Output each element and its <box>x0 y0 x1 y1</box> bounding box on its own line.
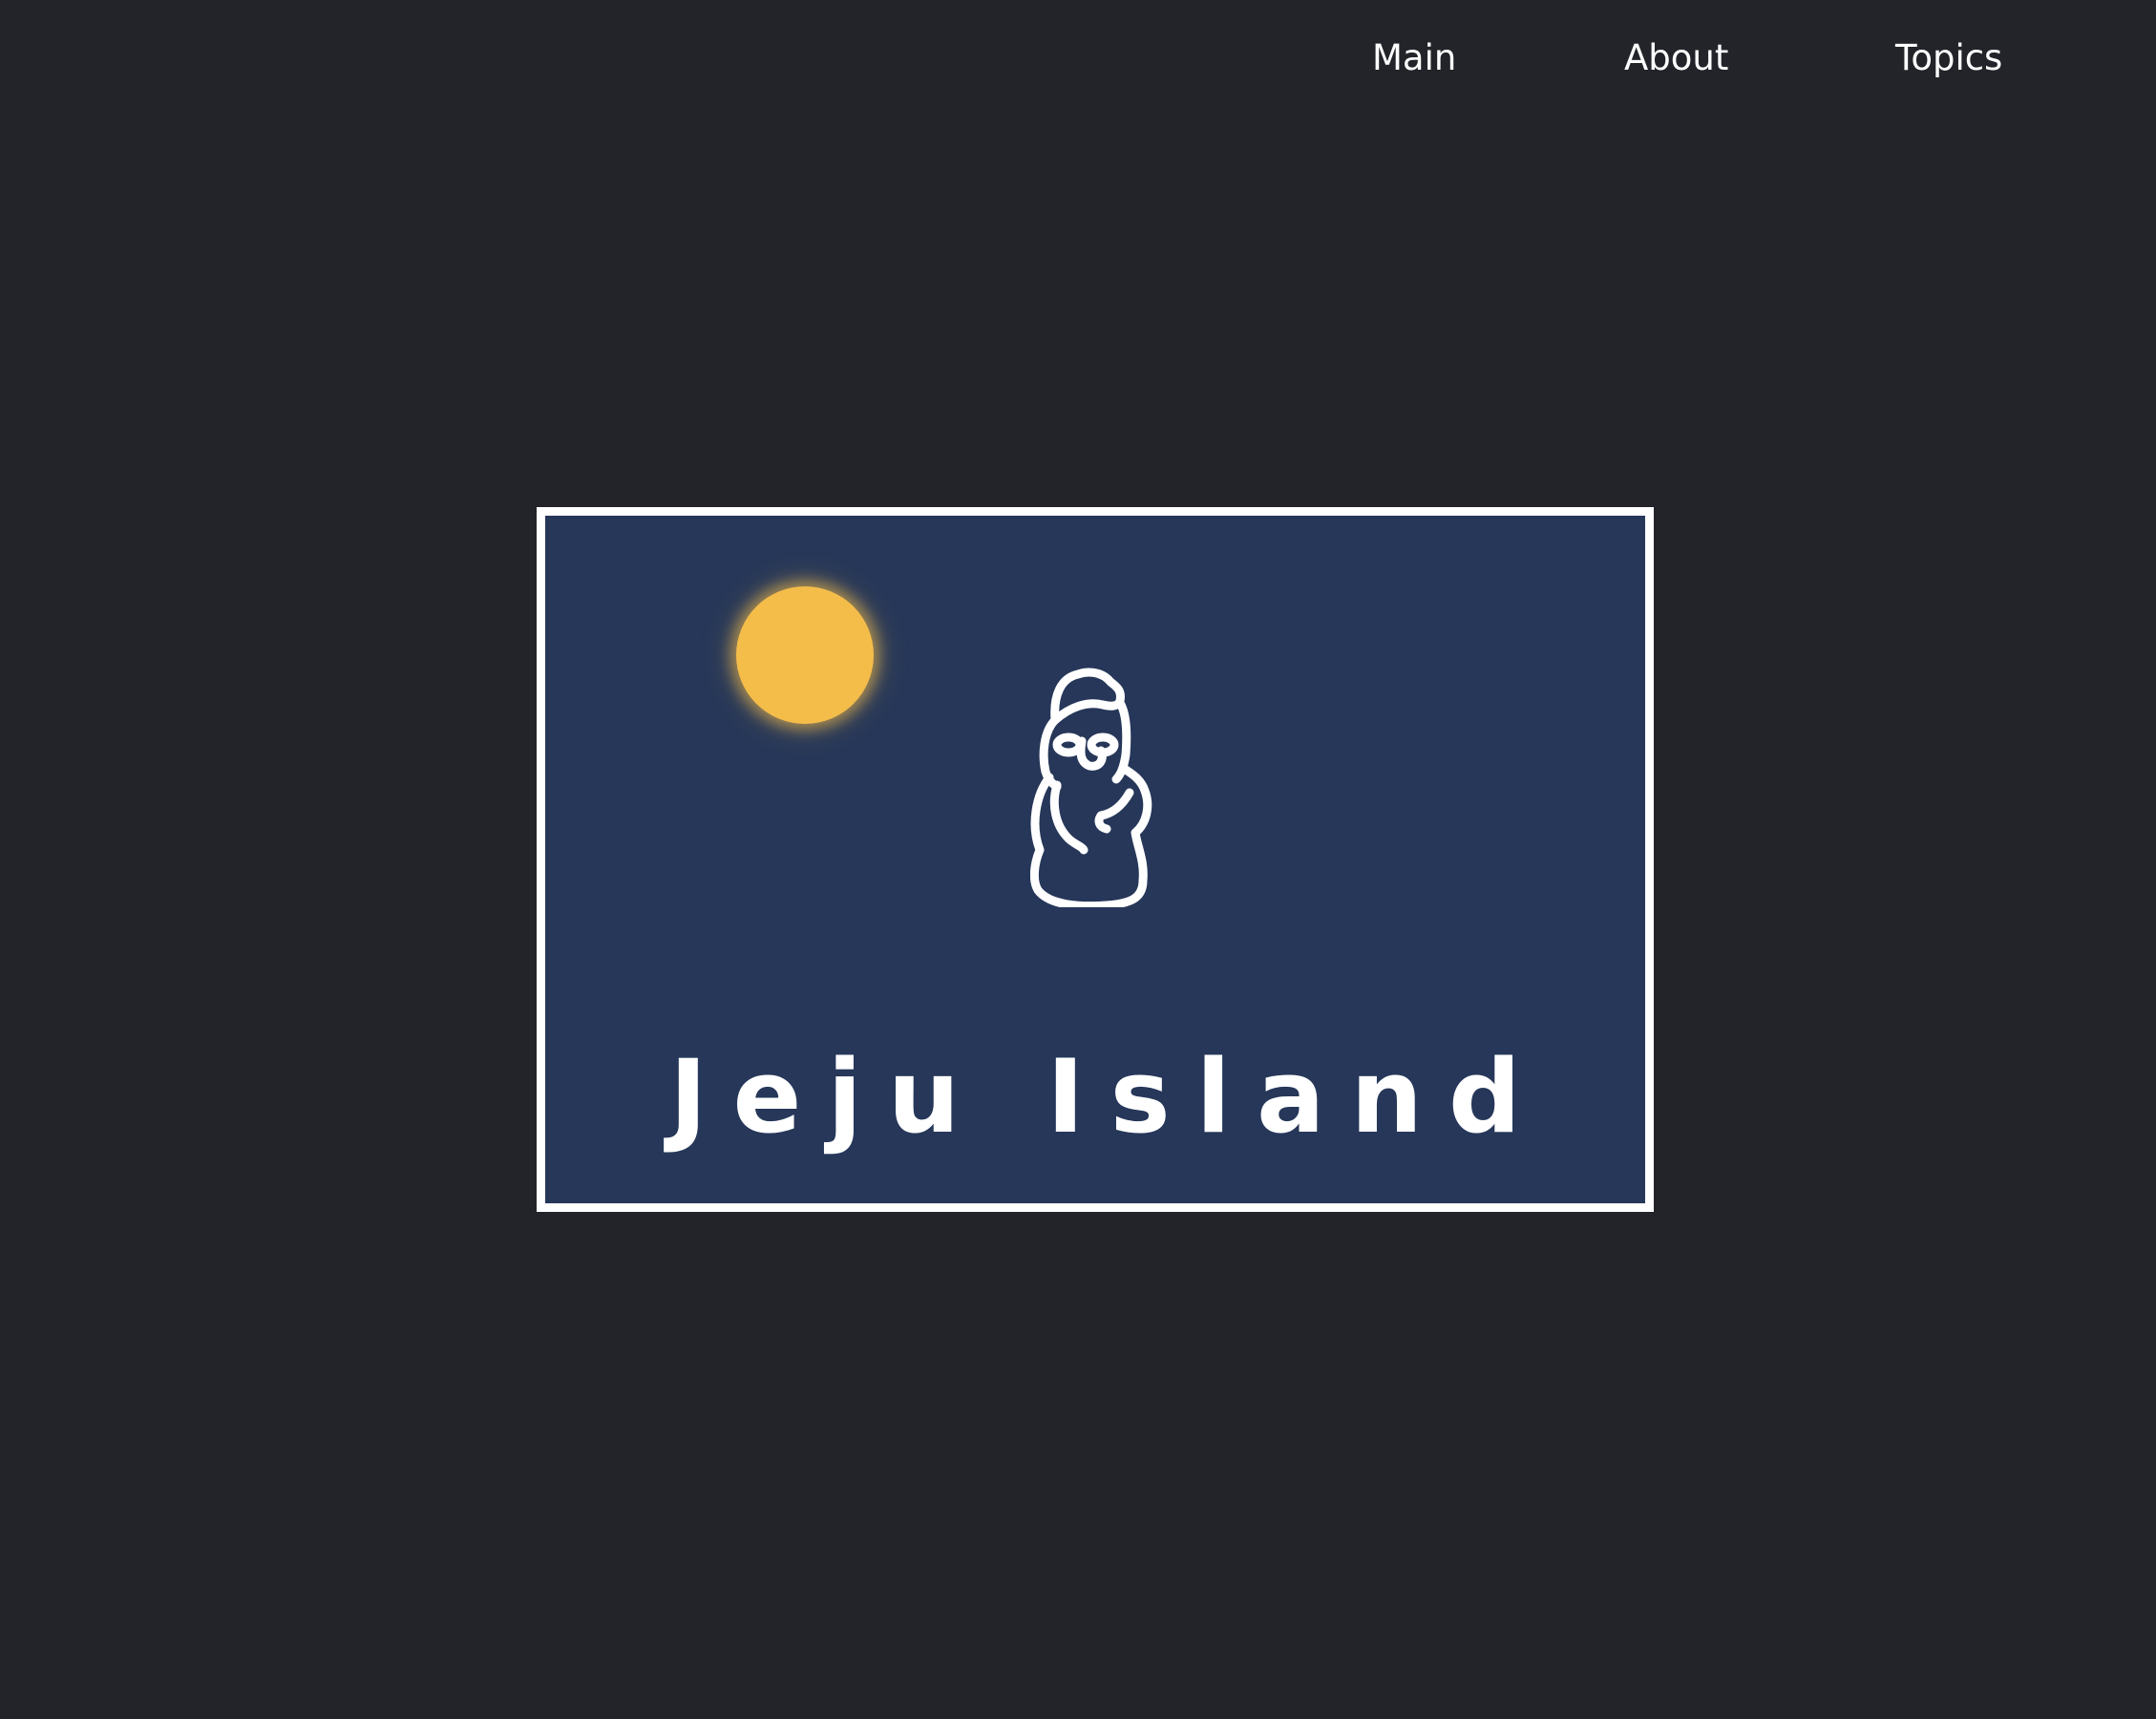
dol-hareubang-statue-icon <box>1030 668 1152 907</box>
nav-link-about[interactable]: About <box>1624 34 1728 82</box>
nav-link-main[interactable]: Main <box>1372 34 1456 82</box>
top-navigation: Main About Topics <box>0 0 2156 118</box>
nav-link-topics[interactable]: Topics <box>1895 34 2002 82</box>
banner-title: Jeju Island <box>669 1038 1547 1157</box>
sun-icon <box>736 586 874 724</box>
hero-banner: Jeju Island <box>537 507 1654 1212</box>
